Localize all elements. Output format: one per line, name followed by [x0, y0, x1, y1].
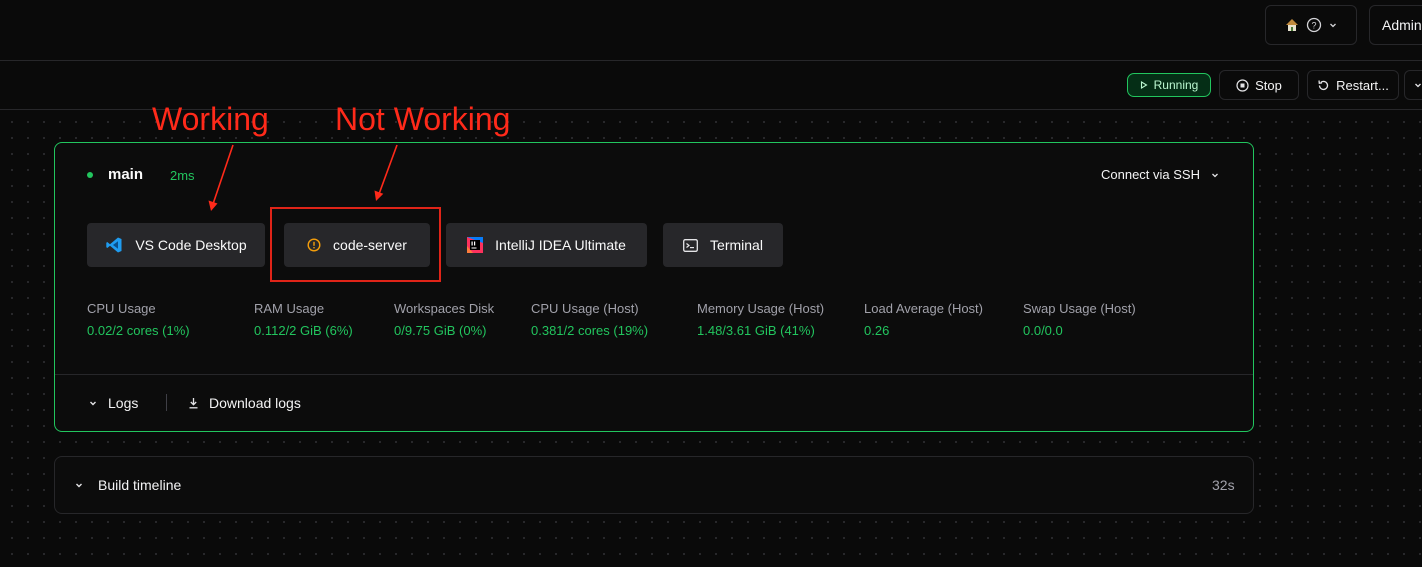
annotation-highlight-box: [270, 207, 441, 282]
chevron-down-icon: [1212, 173, 1218, 177]
agent-name: main: [108, 166, 144, 183]
app-intellij-button[interactable]: IntelliJ IDEA Ultimate: [446, 223, 647, 267]
admin-menu-button[interactable]: Admin: [1369, 5, 1422, 45]
agent-status-dot: [87, 172, 93, 178]
build-duration: 32s: [1212, 477, 1235, 493]
agent-card: [54, 142, 1254, 432]
stat-value: 0.0/0.0: [1023, 323, 1063, 338]
stat-label: Swap Usage (Host): [1023, 301, 1136, 316]
stat-value: 1.48/3.61 GiB (41%): [697, 323, 815, 338]
restart-button[interactable]: Restart...: [1307, 70, 1399, 100]
restart-label: Restart...: [1336, 77, 1389, 93]
house-icon: [1286, 19, 1298, 31]
status-badge: Running: [1127, 73, 1211, 97]
annotation-working: Working: [152, 101, 269, 137]
stat-value: 0.26: [864, 323, 890, 338]
app-label: IntelliJ IDEA Ultimate: [495, 237, 626, 253]
stat-value: 0/9.75 GiB (0%): [394, 323, 487, 338]
stat-label: Workspaces Disk: [394, 301, 495, 316]
stat-label: Load Average (Host): [864, 301, 983, 316]
annotation-not-working: Not Working: [335, 101, 511, 137]
svg-text:?: ?: [1311, 21, 1316, 31]
stat-label: CPU Usage (Host): [531, 301, 639, 316]
app-vscode-desktop-button[interactable]: VS Code Desktop: [87, 223, 265, 267]
logs-toggle[interactable]: Logs: [88, 395, 138, 411]
stat-label: CPU Usage: [87, 301, 156, 316]
stat-label: Memory Usage (Host): [697, 301, 825, 316]
divider: [166, 394, 167, 411]
stop-button[interactable]: Stop: [1219, 70, 1299, 100]
intellij-icon: [467, 237, 484, 253]
stat-label: RAM Usage: [254, 301, 325, 316]
chevron-down-icon: [90, 401, 96, 406]
play-icon: [1140, 81, 1148, 89]
download-icon: [189, 398, 198, 409]
connect-ssh-button[interactable]: Connect via SSH: [1101, 167, 1220, 182]
stop-icon: [1236, 78, 1249, 92]
terminal-icon: [683, 238, 698, 252]
help-icon: ?: [1306, 17, 1322, 33]
build-timeline-label: Build timeline: [98, 477, 182, 493]
status-label: Running: [1153, 78, 1199, 92]
help-menu-button[interactable]: ?: [1265, 5, 1357, 45]
stop-label: Stop: [1255, 77, 1282, 93]
admin-label: Admin: [1382, 17, 1422, 33]
chevron-down-icon: [1330, 23, 1336, 28]
app-terminal-button[interactable]: Terminal: [663, 223, 783, 267]
chevron-down-icon: [1415, 83, 1421, 88]
app-label: Terminal: [710, 237, 763, 253]
more-actions-button[interactable]: [1404, 70, 1422, 100]
restart-icon: [1318, 79, 1329, 90]
stat-value: 0.112/2 GiB (6%): [254, 323, 353, 338]
build-timeline-card[interactable]: [54, 456, 1254, 514]
chevron-down-icon: [76, 483, 82, 488]
vscode-icon: [106, 237, 122, 253]
download-logs-label: Download logs: [209, 395, 301, 411]
stat-value: 0.02/2 cores (1%): [87, 323, 190, 338]
logs-label: Logs: [108, 395, 139, 411]
download-logs-button[interactable]: Download logs: [188, 395, 301, 411]
agent-latency: 2ms: [170, 168, 195, 183]
top-navbar: ? Admin: [0, 0, 1422, 61]
stat-value: 0.381/2 cores (19%): [531, 323, 649, 338]
card-divider: [55, 374, 1253, 375]
connect-ssh-label: Connect via SSH: [1101, 167, 1200, 182]
build-timeline-toggle[interactable]: Build timeline: [74, 477, 181, 493]
app-label: VS Code Desktop: [135, 237, 247, 253]
